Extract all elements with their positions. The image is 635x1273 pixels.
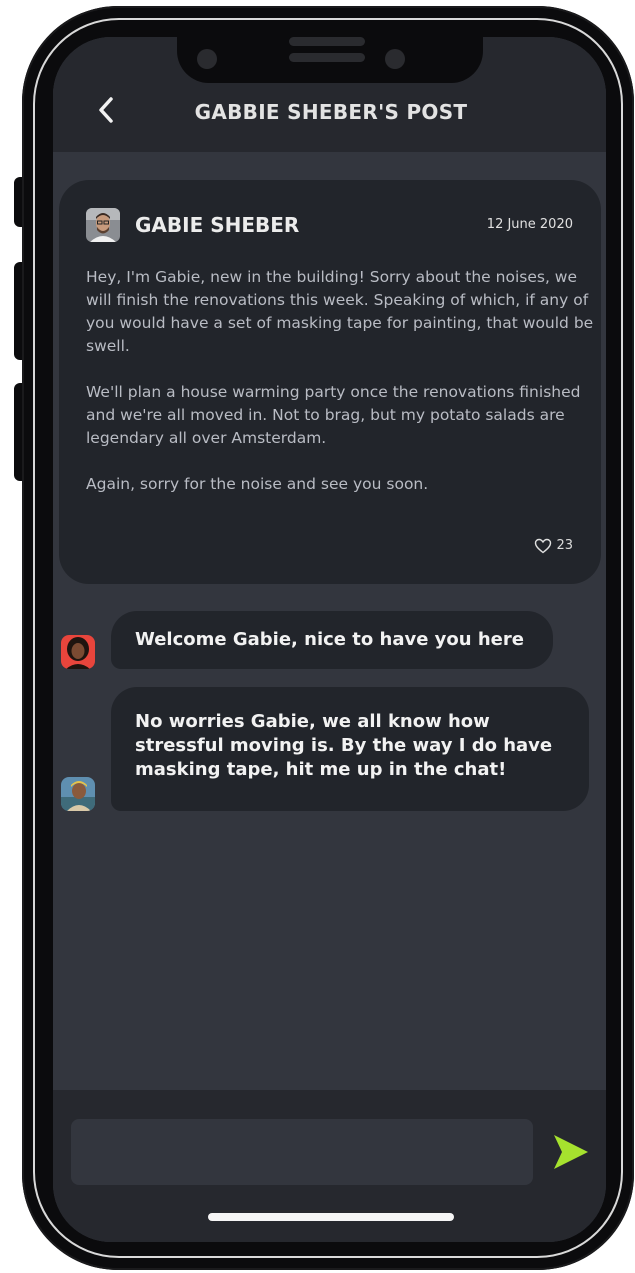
comment-text: Welcome Gabie, nice to have you here xyxy=(135,629,524,650)
post-paragraph: Again, sorry for the noise and see you s… xyxy=(86,475,429,493)
earpiece-speaker xyxy=(289,37,365,46)
message-input[interactable] xyxy=(71,1119,533,1185)
post-body: Hey, I'm Gabie, new in the building! Sor… xyxy=(86,266,596,519)
post-paragraph: We'll plan a house warming party once th… xyxy=(86,383,581,447)
back-button[interactable] xyxy=(89,93,123,127)
comment-bubble: Welcome Gabie, nice to have you here xyxy=(111,611,553,669)
like-button[interactable]: 23 xyxy=(534,536,573,556)
face-sensor xyxy=(385,49,405,69)
post-paragraph: Hey, I'm Gabie, new in the building! Sor… xyxy=(86,268,594,355)
chevron-left-icon xyxy=(99,97,113,123)
earpiece-speaker xyxy=(289,53,365,62)
avatar xyxy=(86,208,120,242)
page-title: GABBIE SHEBER'S POST xyxy=(194,100,468,124)
post-card: GABIE SHEBER 12 June 2020 Hey, I'm Gabie… xyxy=(59,180,601,584)
header-bar: GABBIE SHEBER'S POST xyxy=(53,37,606,152)
like-count: 23 xyxy=(556,538,573,553)
send-button[interactable] xyxy=(551,1132,591,1172)
avatar xyxy=(61,635,95,669)
notch xyxy=(177,37,483,83)
heart-icon xyxy=(535,538,552,554)
front-camera xyxy=(197,49,217,69)
send-arrow-icon xyxy=(554,1135,588,1169)
home-indicator[interactable] xyxy=(208,1213,454,1221)
post-author-name[interactable]: GABIE SHEBER xyxy=(135,210,299,240)
post-date: 12 June 2020 xyxy=(486,217,573,232)
comment-text: No worries Gabie, we all know how stress… xyxy=(135,711,553,780)
phone-screen: GABBIE SHEBER'S POST GABIE SHEBER 12 Jun… xyxy=(53,37,606,1242)
comment-bubble: No worries Gabie, we all know how stress… xyxy=(111,687,589,811)
avatar xyxy=(61,777,95,811)
composer-bar xyxy=(53,1090,606,1242)
